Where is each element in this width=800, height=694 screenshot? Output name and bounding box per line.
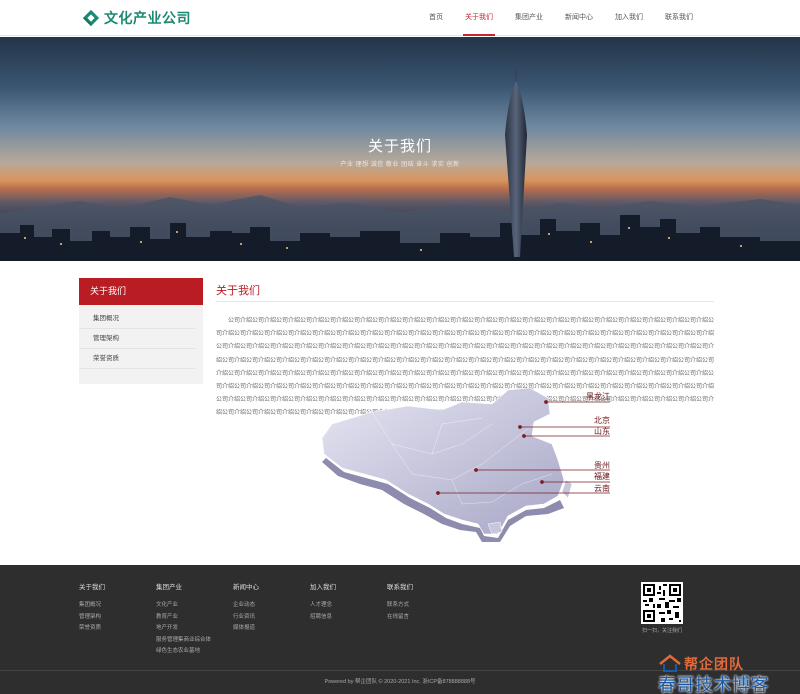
nav-join[interactable]: 加入我们 <box>604 0 654 36</box>
footer-link[interactable]: 地产开发 <box>156 623 211 635</box>
footer-col-join: 加入我们 人才理念 招聘信息 <box>310 581 336 623</box>
banner-subtitle: 产业 理想 诚信 敬业 团结 奋斗 求实 创新 <box>340 162 460 168</box>
footer-link[interactable]: 教育产业 <box>156 612 211 624</box>
map-label-fujian: 福建 <box>594 471 610 481</box>
sidebar-list: 集团概况 管理架构 荣誉资质 <box>79 305 203 384</box>
footer-col-about: 关于我们 集团概况 管理架构 荣誉资质 <box>79 581 105 635</box>
footer-col-title: 新闻中心 <box>233 584 259 591</box>
sidebar-item-structure[interactable]: 管理架构 <box>79 329 195 349</box>
sidebar: 关于我们 集团概况 管理架构 荣誉资质 <box>79 278 203 384</box>
footer-col-contact: 联系我们 联系方式 在线留言 <box>387 581 413 623</box>
map-label-yunnan: 云南 <box>594 483 610 493</box>
sidebar-item-honors[interactable]: 荣誉资质 <box>79 349 195 369</box>
diamond-logo-icon <box>82 9 100 27</box>
footer-link[interactable]: 行业资讯 <box>233 612 259 624</box>
house-logo-icon <box>659 654 681 672</box>
footer-link[interactable]: 管理架构 <box>79 612 105 624</box>
footer-link[interactable]: 联系方式 <box>387 600 413 612</box>
footer-link[interactable]: 在线留言 <box>387 612 413 624</box>
logo-text: 文化产业公司 <box>104 10 191 26</box>
map-label-guizhou: 贵州 <box>594 460 610 470</box>
map-label-shandong: 山东 <box>594 426 610 436</box>
footer-link[interactable]: 招聘信息 <box>310 612 336 624</box>
content-title: 关于我们 <box>216 278 714 302</box>
footer-col-title: 关于我们 <box>79 584 105 591</box>
main-nav: 首页 关于我们 集团产业 新闻中心 加入我们 联系我们 <box>418 0 704 36</box>
footer-link[interactable]: 媒体报道 <box>233 623 259 635</box>
nav-news[interactable]: 新闻中心 <box>554 0 604 36</box>
footer-link[interactable]: 服务管理集商业综合体 <box>156 635 211 647</box>
footer-col-news: 新闻中心 企业动态 行业资讯 媒体报道 <box>233 581 259 635</box>
footer-col-industries: 集团产业 文化产业 教育产业 地产开发 服务管理集商业综合体 绿色生态农业基地 <box>156 581 211 658</box>
nav-home[interactable]: 首页 <box>418 0 454 36</box>
nav-about[interactable]: 关于我们 <box>454 0 504 36</box>
qr-code-icon <box>641 582 683 624</box>
footer-link[interactable]: 文化产业 <box>156 600 211 612</box>
china-map-image: 黑龙江 北京 山东 贵州 福建 云南 <box>321 387 610 542</box>
footer-link[interactable]: 集团概况 <box>79 600 105 612</box>
sidebar-item-overview[interactable]: 集团概况 <box>79 309 195 329</box>
map-label-beijing: 北京 <box>594 415 610 425</box>
watermark: 帮企团队 春哥技术博客 <box>654 654 800 694</box>
site-header: 文化产业公司 首页 关于我们 集团产业 新闻中心 加入我们 联系我们 <box>0 0 800 36</box>
map-label-heilongjiang: 黑龙江 <box>586 391 610 401</box>
footer-col-title: 集团产业 <box>156 584 182 591</box>
footer-link[interactable]: 人才理念 <box>310 600 336 612</box>
watermark-blog-name: 春哥技术博客 <box>658 675 769 694</box>
footer-col-title: 联系我们 <box>387 584 413 591</box>
footer-link[interactable]: 绿色生态农业基地 <box>156 646 211 658</box>
sidebar-title: 关于我们 <box>79 278 203 305</box>
logo[interactable]: 文化产业公司 <box>82 8 191 28</box>
qr-caption: 扫一扫，关注我们 <box>641 628 682 634</box>
footer-link[interactable]: 荣誉资质 <box>79 623 105 635</box>
footer-col-title: 加入我们 <box>310 584 336 591</box>
footer-link[interactable]: 企业动态 <box>233 600 259 612</box>
nav-contact[interactable]: 联系我们 <box>654 0 704 36</box>
nav-industries[interactable]: 集团产业 <box>504 0 554 36</box>
banner-title: 关于我们 <box>367 138 432 155</box>
hero-banner: 关于我们 产业 理想 诚信 敬业 团结 奋斗 求实 创新 <box>0 37 800 261</box>
